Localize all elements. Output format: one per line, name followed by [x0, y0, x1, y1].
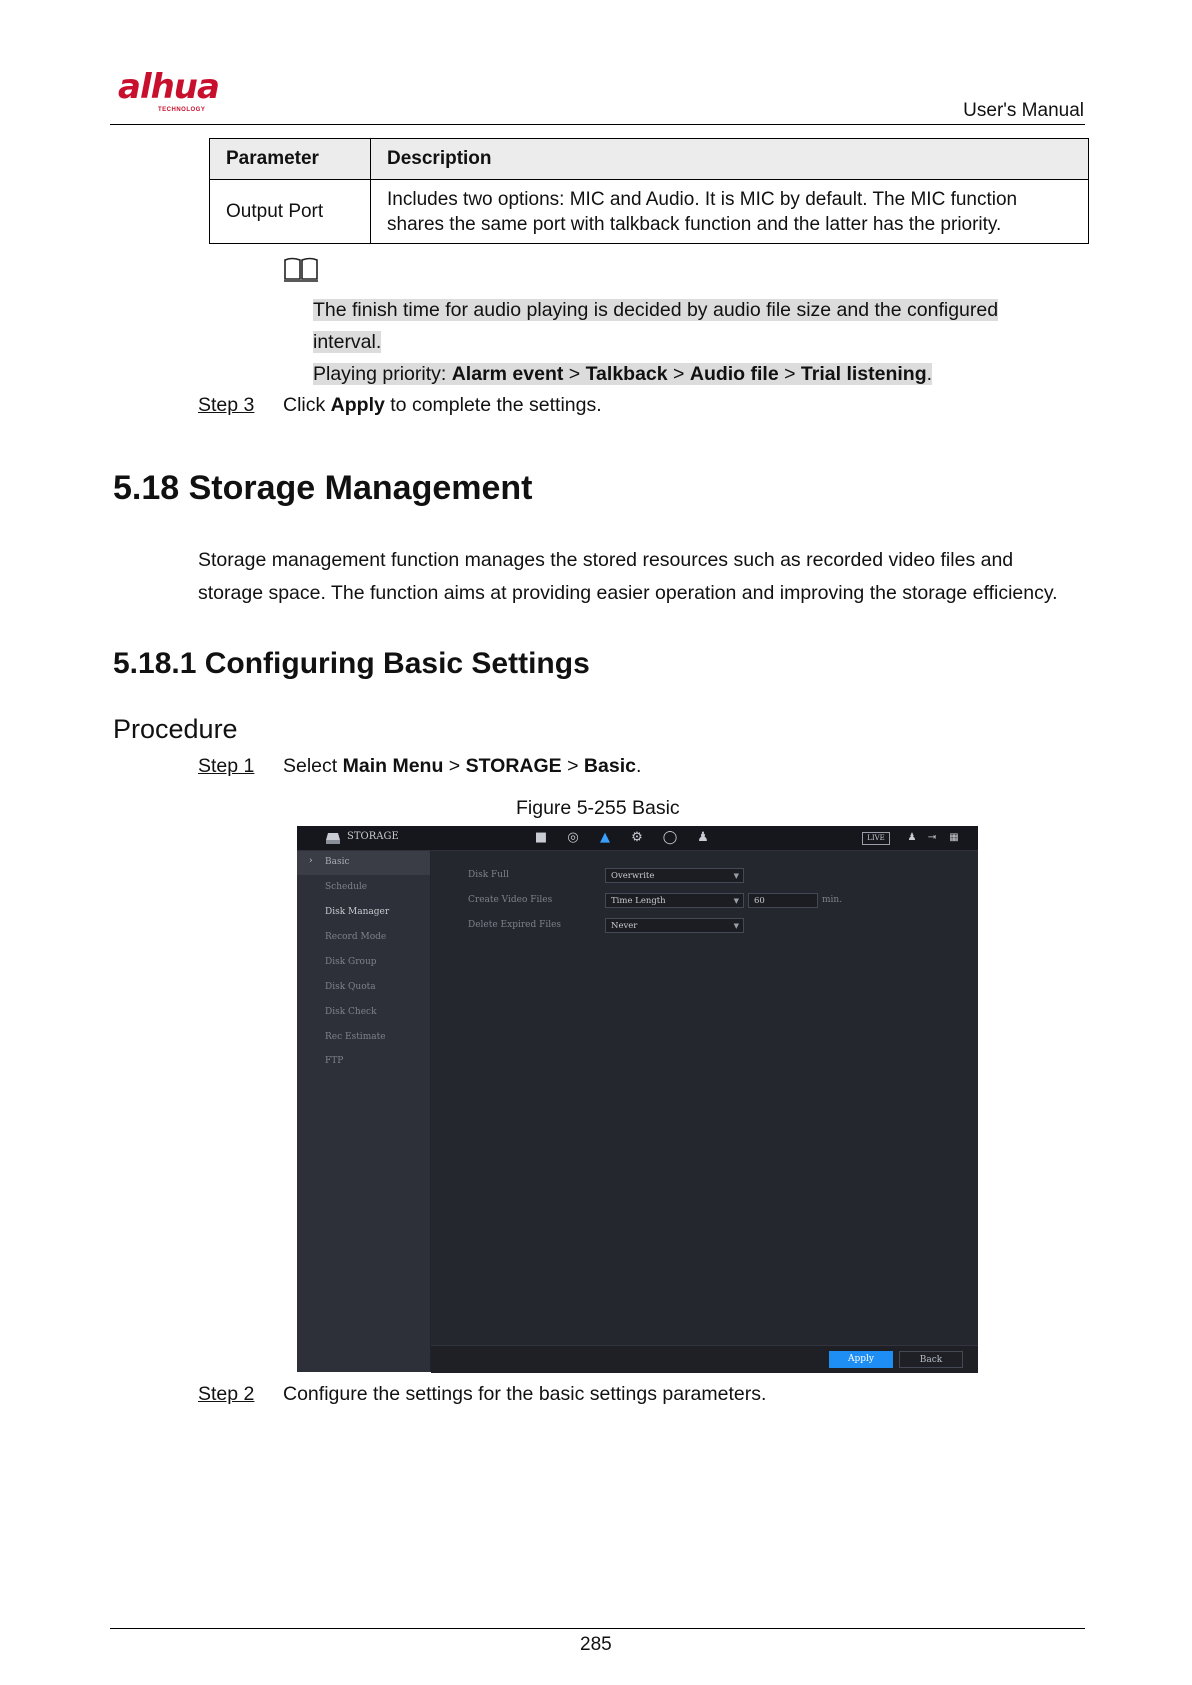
- back-button[interactable]: Back: [899, 1351, 963, 1368]
- desc-line: Includes two options: MIC and Audio. It …: [387, 188, 1018, 210]
- figure-caption: Figure 5-255 Basic: [516, 797, 680, 819]
- manual-title: User's Manual: [963, 100, 1084, 121]
- dahua-logo: alhua: [118, 67, 220, 107]
- parameter-table: Parameter Description Output Port Includ…: [209, 138, 1089, 244]
- live-button[interactable]: LIVE: [862, 832, 890, 845]
- time-length-input[interactable]: 60: [748, 893, 818, 908]
- step-text: Select Main Menu > STORAGE > Basic.: [283, 755, 642, 777]
- ui-top-bar: STORAGE ■ ◎ ▲ ⚙ ◯ ♟ LIVE ♟ ⇥ ▦: [297, 826, 978, 851]
- page-number: 285: [580, 1634, 612, 1655]
- table-header-description: Description: [370, 138, 1089, 180]
- user-icon[interactable]: ♟: [901, 830, 923, 846]
- disk-full-label: Disk Full: [468, 870, 509, 880]
- apply-button[interactable]: Apply: [829, 1351, 893, 1368]
- chevron-down-icon: ▼: [733, 872, 739, 880]
- storage-icon: [326, 833, 340, 844]
- ui-footer: Apply Back: [431, 1345, 978, 1373]
- desc-cell: Includes two options: MIC and Audio. It …: [370, 179, 1089, 244]
- chevron-down-icon: ▼: [733, 897, 739, 905]
- chevron-right-icon: ›: [309, 856, 313, 866]
- book-icon: [284, 257, 318, 282]
- settings-icon[interactable]: ⚙: [626, 830, 648, 846]
- param-cell: Output Port: [209, 179, 371, 244]
- delete-expired-files-label: Delete Expired Files: [468, 920, 562, 930]
- sidebar-item-ftp[interactable]: FTP: [325, 1056, 343, 1066]
- storage-ui-screenshot: STORAGE ■ ◎ ▲ ⚙ ◯ ♟ LIVE ♟ ⇥ ▦ › Basic S…: [297, 826, 978, 1373]
- step-label: Step 1: [198, 755, 255, 777]
- note-line: interval.: [313, 331, 382, 353]
- step-text: Configure the settings for the basic set…: [283, 1383, 767, 1405]
- ui-title: STORAGE: [347, 831, 399, 842]
- sidebar-item-basic[interactable]: Basic: [325, 857, 350, 867]
- footer-rule: [110, 1628, 1085, 1629]
- sidebar-selected-bg: [297, 851, 430, 875]
- sidebar-item-schedule[interactable]: Schedule: [325, 882, 367, 892]
- chevron-down-icon: ▼: [733, 922, 739, 930]
- step-label: Step 3: [198, 394, 255, 416]
- sidebar-item-disk-manager[interactable]: Disk Manager: [325, 907, 389, 917]
- account-icon[interactable]: ♟: [692, 830, 714, 846]
- header-rule: [110, 124, 1085, 125]
- note-priority: Playing priority: Alarm event > Talkback…: [313, 363, 933, 385]
- logo-subtitle: TECHNOLOGY: [158, 107, 206, 113]
- table-header-parameter: Parameter: [209, 138, 371, 180]
- step-label: Step 2: [198, 1383, 255, 1405]
- ui-sidebar: › Basic Schedule Disk Manager Record Mod…: [297, 851, 430, 1372]
- note-line: The finish time for audio playing is dec…: [313, 299, 999, 321]
- shield-icon[interactable]: ◯: [659, 830, 681, 846]
- sidebar-item-disk-quota[interactable]: Disk Quota: [325, 982, 376, 992]
- storage-tab-icon[interactable]: ▲: [594, 830, 616, 846]
- unit-label: min.: [822, 895, 843, 905]
- network-icon[interactable]: ◎: [562, 830, 584, 846]
- section-title: 5.18 Storage Management: [113, 469, 533, 507]
- sidebar-item-record-mode[interactable]: Record Mode: [325, 932, 386, 942]
- step-text: Click Apply to complete the settings.: [283, 394, 602, 416]
- table-row: Output Port Includes two options: MIC an…: [209, 179, 1089, 244]
- ui-main-panel: Disk Full Overwrite ▼ Create Video Files …: [431, 851, 978, 1373]
- sidebar-item-rec-estimate[interactable]: Rec Estimate: [325, 1032, 386, 1042]
- grid-icon[interactable]: ▦: [943, 830, 965, 846]
- procedure-heading: Procedure: [113, 714, 238, 744]
- section-paragraph: Storage management function manages the …: [198, 549, 1058, 604]
- create-video-files-select[interactable]: Time Length ▼: [605, 893, 744, 908]
- camera-icon[interactable]: ■: [530, 830, 552, 846]
- subsection-title: 5.18.1 Configuring Basic Settings: [113, 647, 590, 680]
- create-video-files-label: Create Video Files: [468, 895, 553, 905]
- logout-icon[interactable]: ⇥: [921, 830, 943, 846]
- sidebar-item-disk-group[interactable]: Disk Group: [325, 957, 377, 967]
- delete-expired-files-select[interactable]: Never ▼: [605, 918, 744, 933]
- disk-full-select[interactable]: Overwrite ▼: [605, 868, 744, 883]
- sidebar-item-disk-check[interactable]: Disk Check: [325, 1007, 377, 1017]
- desc-line: shares the same port with talkback funct…: [387, 213, 1002, 235]
